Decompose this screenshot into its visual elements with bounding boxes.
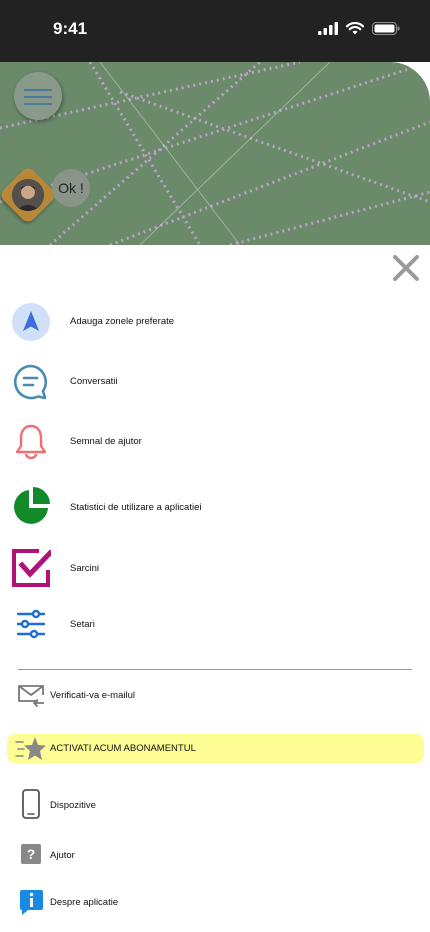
menu-item-favorite-zones[interactable]: Adauga zonele preferate — [0, 302, 430, 342]
map-roads — [0, 62, 430, 245]
help-label: Ajutor — [50, 850, 75, 861]
sliders-icon — [11, 604, 51, 644]
devices-item[interactable]: Dispozitive — [0, 788, 430, 820]
wifi-icon — [346, 22, 364, 35]
menu-item-label: Sarcini — [70, 563, 100, 574]
hamburger-line — [24, 96, 52, 98]
close-button[interactable] — [392, 254, 420, 282]
phone-icon — [18, 789, 44, 819]
checkbox-icon — [11, 548, 51, 588]
hamburger-line — [24, 89, 52, 91]
about-label: Despre aplicatie — [50, 897, 119, 908]
verify-email-item[interactable]: Verificati-va e-mailul — [0, 682, 430, 708]
menu-item-settings[interactable]: Setari — [0, 604, 430, 644]
message-bubble: Ok ! — [52, 169, 90, 207]
star-icon — [15, 737, 46, 760]
menu-item-tasks[interactable]: Sarcini — [0, 548, 430, 588]
pie-chart-icon — [11, 486, 51, 526]
devices-label: Dispozitive — [50, 800, 96, 811]
menu-item-label: Semnal de ajutor — [70, 436, 142, 447]
info-icon — [18, 890, 44, 916]
subscription-label: ACTIVATI ACUM ABONAMENTUL — [50, 743, 196, 754]
hamburger-line — [24, 103, 52, 105]
menu-item-conversations[interactable]: Conversatii — [0, 362, 430, 402]
help-item[interactable]: ? Ajutor — [0, 842, 430, 868]
menu-item-label: Setari — [70, 619, 95, 630]
menu-item-label: Conversatii — [70, 376, 118, 387]
menu-divider — [18, 669, 412, 670]
battery-icon — [372, 22, 400, 35]
verify-email-label: Verificati-va e-mailul — [50, 690, 135, 701]
menu-item-usage-statistics[interactable]: Statistici de utilizare a aplicatiei — [0, 486, 430, 526]
chat-bubble-icon — [11, 362, 51, 402]
email-icon — [18, 682, 44, 708]
activate-subscription-button[interactable]: ACTIVATI ACUM ABONAMENTUL — [7, 734, 424, 763]
about-item[interactable]: Despre aplicatie — [0, 890, 430, 918]
menu-item-label: Statistici de utilizare a aplicatiei — [70, 502, 202, 513]
question-icon: ? — [18, 842, 44, 868]
menu-item-label: Adauga zonele preferate — [70, 316, 175, 327]
signal-icon — [318, 22, 338, 35]
map-view[interactable]: Ok ! — [0, 62, 430, 245]
close-icon — [393, 255, 419, 281]
person-icon — [12, 179, 44, 211]
bell-icon — [11, 422, 51, 462]
menu-toggle-button[interactable] — [14, 72, 62, 120]
status-time: 9:41 — [53, 19, 88, 38]
navigation-arrow-icon — [11, 302, 51, 342]
svg-text:?: ? — [27, 846, 36, 862]
menu-item-help-signal[interactable]: Semnal de ajutor — [0, 422, 430, 462]
avatar[interactable] — [12, 179, 44, 211]
status-bar: 9:41 — [0, 0, 430, 62]
status-icons — [318, 22, 400, 35]
